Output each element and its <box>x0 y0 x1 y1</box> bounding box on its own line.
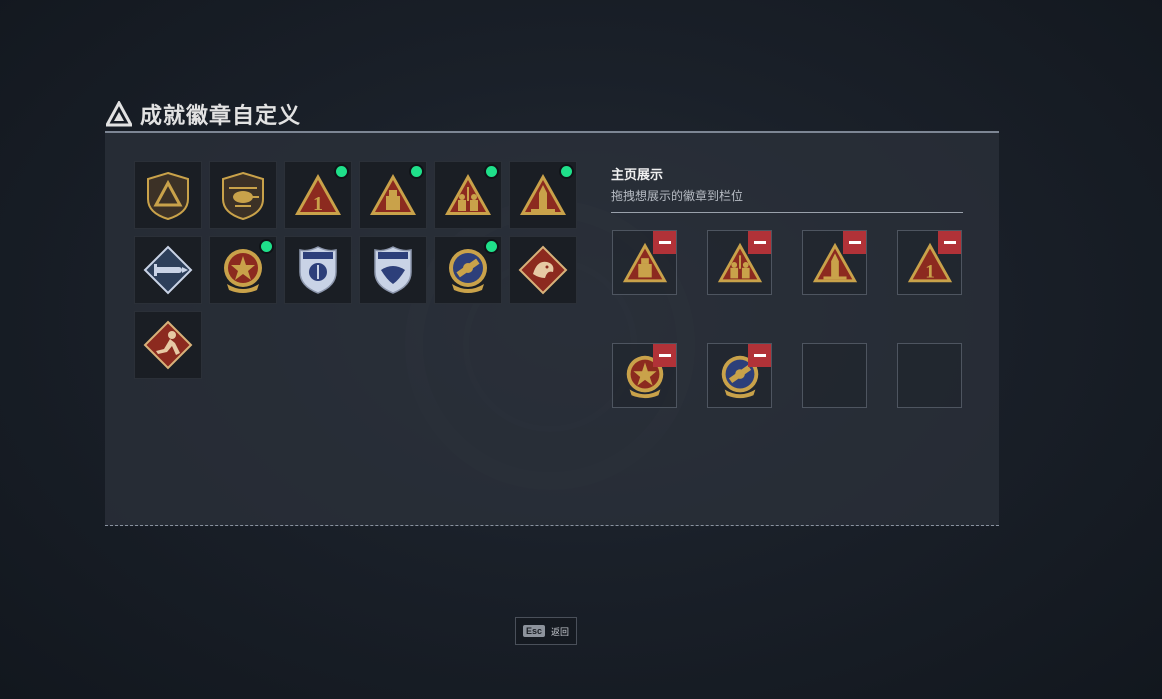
display-slot-filled[interactable] <box>612 343 677 408</box>
triangle-logo-icon <box>106 101 132 127</box>
svg-text:1: 1 <box>925 261 935 282</box>
esc-key-icon: Esc <box>522 625 545 637</box>
back-button[interactable]: Esc 返回 <box>515 617 577 645</box>
triangle-soldiers-badge-icon <box>445 174 491 215</box>
badge-item[interactable] <box>434 236 502 304</box>
minus-icon <box>848 241 861 244</box>
helicopter-badge-icon <box>222 171 264 221</box>
wrench-emblem-badge-icon <box>449 249 487 293</box>
new-indicator-dot <box>336 166 347 177</box>
remove-badge-button[interactable] <box>653 344 676 367</box>
minus-icon <box>753 354 766 357</box>
homepage-display-header: 主页展示 拖拽想展示的徽章到栏位 <box>611 164 963 213</box>
new-indicator-dot <box>486 241 497 252</box>
badge-item[interactable] <box>284 236 352 304</box>
badge-item[interactable] <box>509 161 577 229</box>
badge-item[interactable] <box>134 311 202 379</box>
new-indicator-dot <box>411 166 422 177</box>
display-slot-empty[interactable] <box>897 343 962 408</box>
diamond-missile-badge-icon <box>143 245 193 295</box>
divider <box>611 212 963 213</box>
minus-icon <box>658 241 671 244</box>
display-slot-filled[interactable] <box>612 230 677 295</box>
display-section-title: 主页展示 <box>611 167 664 182</box>
triangle-rocket-badge-icon <box>520 174 566 215</box>
badge-item[interactable]: 1 <box>284 161 352 229</box>
new-indicator-dot <box>561 166 572 177</box>
new-indicator-dot <box>486 166 497 177</box>
page-header: 成就徽章自定义 <box>106 98 301 130</box>
badge-item[interactable] <box>359 161 427 229</box>
page-title: 成就徽章自定义 <box>140 103 302 128</box>
star-medal-badge-icon <box>224 249 262 293</box>
minus-icon <box>753 241 766 244</box>
display-slot-filled[interactable] <box>707 343 772 408</box>
badge-item[interactable] <box>359 236 427 304</box>
display-slot-filled[interactable] <box>802 230 867 295</box>
display-slots: 1 <box>612 230 964 408</box>
remove-badge-button[interactable] <box>748 231 771 254</box>
display-slot-filled[interactable] <box>707 230 772 295</box>
badge-item[interactable] <box>509 236 577 304</box>
badge-item[interactable] <box>209 161 277 229</box>
police-shield-badge-icon <box>299 246 337 294</box>
svg-text:1: 1 <box>313 193 323 215</box>
remove-badge-button[interactable] <box>938 231 961 254</box>
badge-item[interactable] <box>209 236 277 304</box>
display-slot-empty[interactable] <box>802 343 867 408</box>
new-indicator-dot <box>261 241 272 252</box>
badge-item[interactable] <box>134 236 202 304</box>
badge-library-grid: 1 <box>134 161 584 379</box>
dragon-diamond-badge-icon <box>518 245 568 295</box>
triangle-crate-badge-icon <box>370 174 416 215</box>
minus-icon <box>943 241 956 244</box>
triangle-number-one-badge-icon: 1 <box>295 174 341 215</box>
shield-triangle-badge-icon <box>147 171 189 221</box>
back-label: 返回 <box>551 626 570 637</box>
remove-badge-button[interactable] <box>843 231 866 254</box>
display-section-subtitle: 拖拽想展示的徽章到栏位 <box>611 189 744 203</box>
police-eagle-badge-icon <box>374 246 412 294</box>
remove-badge-button[interactable] <box>748 344 771 367</box>
badge-customization-panel: 1 主页展示 拖拽想展示的徽章到栏位 1 <box>105 131 999 526</box>
remove-badge-button[interactable] <box>653 231 676 254</box>
runner-diamond-badge-icon <box>143 320 193 370</box>
badge-item[interactable] <box>134 161 202 229</box>
minus-icon <box>658 354 671 357</box>
display-slot-filled[interactable]: 1 <box>897 230 962 295</box>
badge-item[interactable] <box>434 161 502 229</box>
